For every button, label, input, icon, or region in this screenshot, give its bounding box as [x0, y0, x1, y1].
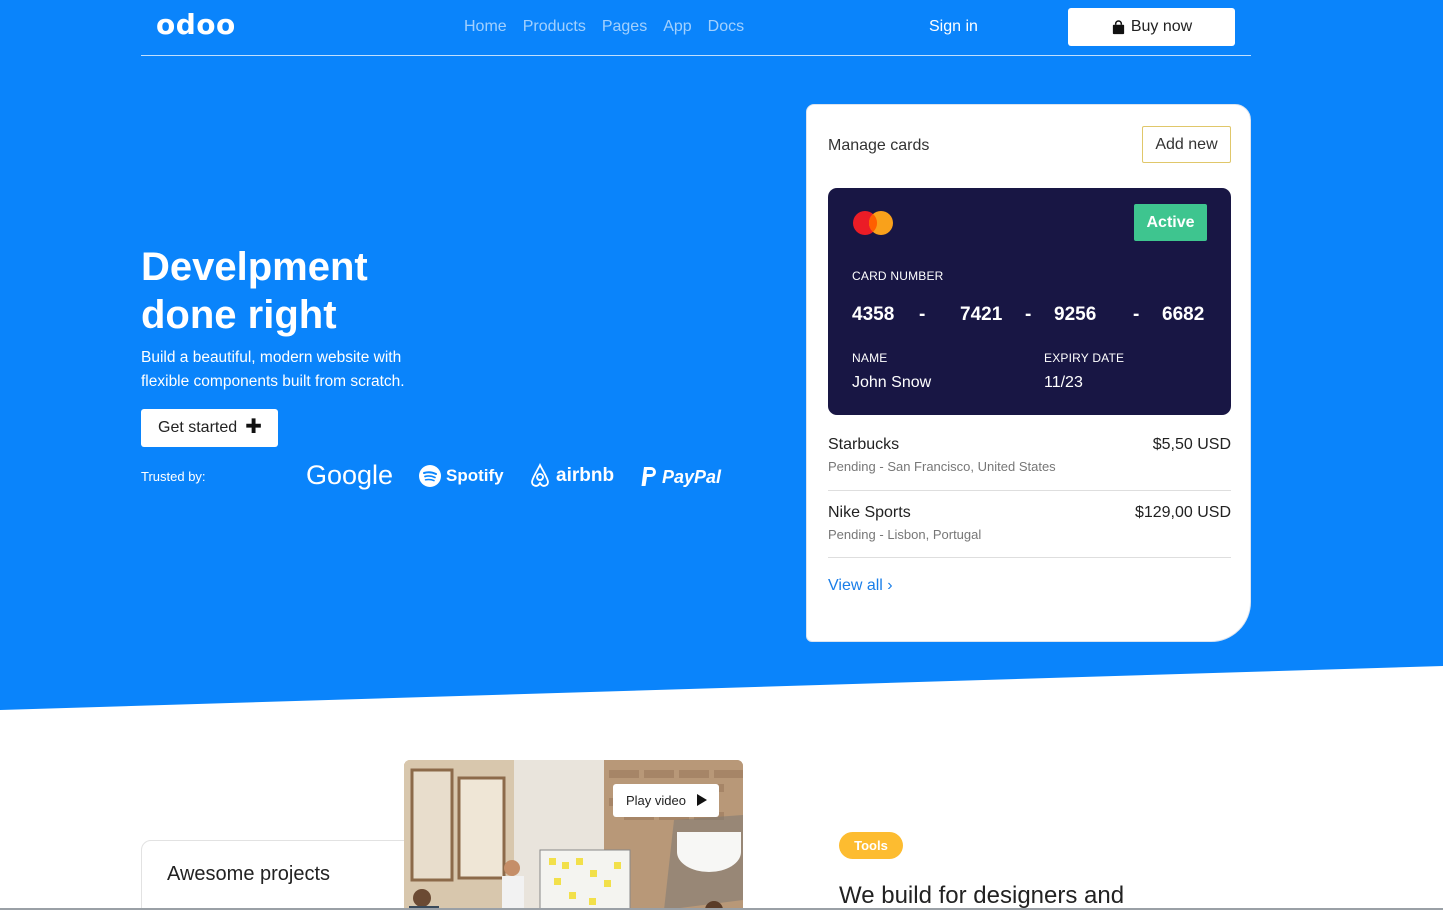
- cardholder-name: John Snow: [852, 374, 932, 391]
- tools-badge: Tools: [839, 832, 903, 859]
- card-number-group: 6682: [1162, 304, 1205, 325]
- nav-link-docs[interactable]: Docs: [708, 18, 744, 36]
- hero-title-line1: Develpment: [141, 245, 368, 289]
- nav-link-home[interactable]: Home: [464, 18, 507, 36]
- transaction-meta-separator: -: [879, 459, 884, 474]
- airbnb-icon: [531, 463, 549, 487]
- hero-subtitle: Build a beautiful, modern website with f…: [141, 349, 405, 390]
- status-badge: Active: [1134, 204, 1207, 241]
- nav-link-app[interactable]: App: [663, 18, 691, 36]
- office-photo: Play video: [404, 760, 743, 910]
- hero-title: Develpment done right: [141, 243, 541, 339]
- view-all-label: View all: [828, 577, 883, 594]
- buy-now-button[interactable]: Buy now: [1068, 8, 1235, 46]
- divider: [828, 490, 1231, 491]
- paypal-logo: PayPal: [640, 466, 721, 488]
- section-heading: We build for designers and: [839, 882, 1125, 909]
- transaction-merchant: Starbucks: [828, 436, 900, 453]
- card-number-separator: -: [919, 304, 926, 325]
- expiry-label: EXPIRY DATE: [1044, 351, 1125, 365]
- transaction-meta: Pending - Lisbon, Portugal: [828, 527, 981, 542]
- paypal-icon: [641, 467, 656, 486]
- transaction-meta: Pending - San Francisco, United States: [828, 459, 1056, 474]
- card-number-separator: -: [1133, 304, 1140, 325]
- plus-icon: ✚: [245, 416, 262, 438]
- panel-title: Manage cards: [828, 137, 930, 154]
- trusted-by-label: Trusted by:: [141, 469, 206, 484]
- play-video-label: Play video: [626, 793, 686, 808]
- transaction-status: Pending: [828, 459, 876, 474]
- buy-now-label: Buy now: [1130, 18, 1193, 35]
- nav-link-products[interactable]: Products: [523, 18, 586, 36]
- nav-link-pages[interactable]: Pages: [602, 18, 647, 36]
- mastercard-icon: [853, 211, 893, 235]
- hero-title-line2: done right: [141, 293, 337, 337]
- transaction-merchant: Nike Sports: [828, 504, 911, 521]
- transaction-location: Lisbon, Portugal: [887, 527, 982, 542]
- divider: [828, 557, 1231, 558]
- card-number-separator: -: [1025, 304, 1032, 325]
- navbar: odoo Home Products Pages App Docs Sign i…: [141, 0, 1251, 56]
- credit-card[interactable]: Active CARD NUMBER 4358 - 7421 - 9256 - …: [828, 188, 1231, 415]
- transaction-amount: $129,00 USD: [1134, 504, 1231, 521]
- play-icon: [697, 794, 707, 806]
- office-photo-illustration: [404, 760, 743, 910]
- card-number-group: 7421: [960, 304, 1003, 325]
- projects-title: Awesome projects: [167, 863, 331, 885]
- add-new-button[interactable]: Add new: [1142, 126, 1231, 163]
- transaction-meta-separator: -: [879, 527, 884, 542]
- get-started-label: Get started: [158, 419, 238, 436]
- nav-links: Home Products Pages App Docs: [464, 18, 760, 36]
- airbnb-logo: airbnb: [528, 463, 614, 489]
- name-label: NAME: [852, 351, 888, 365]
- odoo-logo[interactable]: odoo: [156, 8, 236, 41]
- spotify-logo: Spotify: [418, 464, 504, 488]
- play-video-button[interactable]: Play video: [613, 784, 719, 817]
- projects-card: Awesome projects: [141, 840, 411, 910]
- transaction-status: Pending: [828, 527, 876, 542]
- transaction-location: San Francisco, United States: [887, 459, 1056, 474]
- transaction-row[interactable]: Nike Sports $129,00 USD Pending - Lisbon…: [828, 504, 1231, 549]
- view-all-link[interactable]: View all ›: [828, 577, 893, 595]
- card-number-label: CARD NUMBER: [852, 269, 944, 283]
- chevron-right-icon: ›: [887, 577, 893, 594]
- shopping-bag-icon: [1111, 20, 1125, 35]
- transaction-amount: $5,50 USD: [1152, 436, 1231, 453]
- expiry-date: 11/23: [1044, 374, 1083, 391]
- get-started-button[interactable]: Get started ✚: [141, 409, 278, 447]
- sign-in-link[interactable]: Sign in: [929, 18, 978, 36]
- transaction-row[interactable]: Starbucks $5,50 USD Pending - San Franci…: [828, 436, 1231, 481]
- spotify-icon: [419, 465, 441, 487]
- card-number-group: 9256: [1054, 304, 1097, 325]
- manage-cards-panel: Manage cards Add new Active CARD NUMBER …: [806, 104, 1251, 642]
- card-number-group: 4358: [852, 304, 895, 325]
- google-logo: Google: [306, 460, 394, 490]
